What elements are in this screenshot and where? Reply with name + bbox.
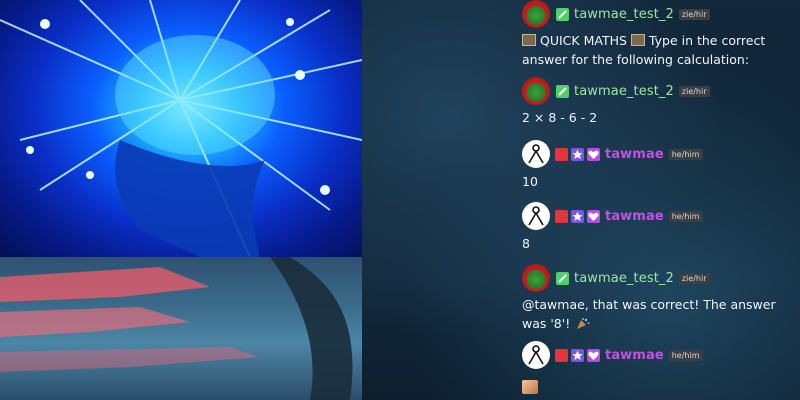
username[interactable]: tawmae_test_2: [574, 84, 674, 99]
user-avatar: [522, 140, 550, 168]
sword-badge-icon: [556, 84, 569, 98]
heart-badge-icon: [587, 147, 600, 161]
chat-message-header: tawmae_test_2 zie/hir: [522, 0, 710, 28]
party-emote-icon: [576, 316, 590, 329]
chat-feed: tawmae_test_2 zie/hir QUICK MATHS Type in…: [522, 0, 800, 400]
camera-badge-icon: [555, 147, 568, 161]
username[interactable]: tawmae: [605, 348, 664, 363]
camera-badge-icon: [555, 209, 568, 223]
chat-message-text: 10: [522, 174, 538, 189]
chat-message-header: tawmae_test_2 zie/hir: [522, 264, 710, 292]
emote-icon: [522, 380, 538, 394]
bot-avatar: [522, 77, 550, 105]
bot-avatar: [522, 0, 550, 28]
chat-message-text: 2 × 8 - 6 - 2: [522, 110, 598, 125]
calculator-icon: [522, 34, 536, 46]
chat-message-text: 8: [522, 236, 530, 251]
quick-maths-title: QUICK MATHS: [540, 33, 627, 48]
star-badge-icon: [571, 209, 584, 223]
chat-message-header: tawmae_test_2 zie/hir: [522, 77, 710, 105]
chat-message-text: @tawmae, that was correct! The answer wa…: [522, 295, 800, 333]
pronoun-badge: zie/hir: [678, 85, 710, 97]
bot-avatar: [522, 264, 550, 292]
heart-badge-icon: [587, 348, 600, 362]
username[interactable]: tawmae: [605, 147, 664, 162]
user-avatar: [522, 341, 550, 369]
landscape-image: [0, 257, 362, 400]
chat-message-body: @tawmae, that was correct! The answer wa…: [522, 297, 776, 331]
pronoun-badge: he/him: [668, 210, 703, 222]
chat-message-header: tawmae he/him: [522, 341, 703, 369]
user-avatar: [522, 202, 550, 230]
pronoun-badge: zie/hir: [678, 272, 710, 284]
camera-badge-icon: [555, 348, 568, 362]
username[interactable]: tawmae: [605, 209, 664, 224]
star-badge-icon: [571, 147, 584, 161]
pronoun-badge: zie/hir: [678, 8, 710, 20]
brain-rays: [0, 0, 362, 257]
landscape-scene: [0, 257, 353, 400]
sword-badge-icon: [556, 271, 569, 285]
pronoun-badge: he/him: [668, 349, 703, 361]
sword-badge-icon: [556, 7, 569, 21]
heart-badge-icon: [587, 209, 600, 223]
brain-image: [0, 0, 362, 257]
chat-message-header: tawmae he/him: [522, 140, 703, 168]
chat-message-header: tawmae he/him: [522, 202, 703, 230]
username[interactable]: tawmae_test_2: [574, 7, 674, 22]
chat-message-text: QUICK MATHS Type in the correct answer fo…: [522, 31, 800, 69]
calculator-icon: [630, 34, 645, 46]
star-badge-icon: [571, 348, 584, 362]
username[interactable]: tawmae_test_2: [574, 271, 674, 286]
pronoun-badge: he/him: [668, 148, 703, 160]
